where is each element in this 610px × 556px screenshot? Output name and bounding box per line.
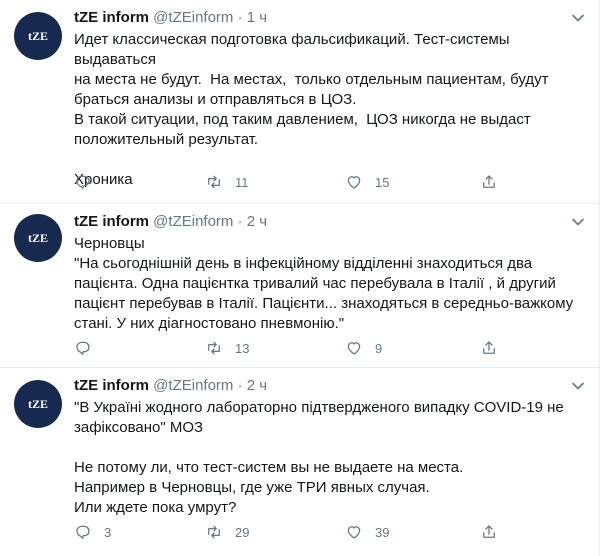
tweet-line: браться анализы и отправляться в ЦОЗ. (74, 91, 357, 108)
tweet-header: tZE inform @tZEinform · 1 ч (74, 8, 267, 28)
avatar[interactable]: tZE (14, 380, 62, 428)
avatar-text: tZE (27, 28, 48, 43)
like-icon (347, 176, 361, 189)
tweet-line: Не потому ли, что тест-систем вы не выда… (74, 459, 464, 476)
share-button[interactable] (480, 520, 498, 544)
tweet-line (74, 150, 586, 170)
retweet-count: 11 (235, 174, 249, 190)
retweet-icon (208, 341, 220, 355)
like-button[interactable]: 15 (345, 170, 389, 194)
separator: · (237, 213, 243, 230)
tweet-line: Черновцы (74, 235, 145, 252)
like-button[interactable]: 9 (345, 336, 382, 360)
like-count: 9 (375, 340, 383, 356)
author-handle[interactable]: @tZEinform (153, 9, 233, 26)
like-count: 15 (375, 174, 390, 190)
tweet-text: Черновцы "На сьогоднішній день в інфекці… (74, 234, 586, 334)
retweet-button[interactable]: 29 (205, 520, 249, 544)
timeline-feed: tZE tZE inform @tZEinform · 1 ч Идет кла… (0, 0, 600, 556)
reply-count: 3 (104, 524, 112, 540)
tweet-line: зафіксовано" МОЗ (74, 419, 204, 436)
chevron-down-icon[interactable] (568, 8, 588, 28)
timestamp[interactable]: 2 ч (247, 377, 267, 394)
reply-button[interactable] (74, 336, 104, 360)
tweet-line: "В Україні жодного лабораторно підтвердж… (74, 399, 564, 416)
tweet-1[interactable]: tZE tZE inform @tZEinform · 1 ч Идет кла… (0, 0, 600, 204)
reply-icon (76, 525, 90, 539)
retweet-icon (208, 175, 220, 189)
tweet-2[interactable]: tZE tZE inform @tZEinform · 2 ч Черновцы… (0, 204, 600, 368)
tweet-line (74, 438, 586, 458)
retweet-count: 13 (235, 340, 250, 356)
tweet-header: tZE inform @tZEinform · 2 ч (74, 376, 267, 396)
tweet-3[interactable]: tZE tZE inform @tZEinform · 2 ч "В Украї… (0, 368, 600, 556)
tweet-line: Например в Черновцы, где уже ТРИ явных с… (74, 479, 430, 496)
author-handle[interactable]: @tZEinform (153, 213, 233, 230)
share-icon (483, 175, 495, 188)
avatar-text: tZE (27, 230, 48, 245)
retweet-icon (208, 525, 220, 539)
tweet-line: стані. У них діагностовано пневмонію." (74, 315, 345, 332)
tweet-actions: 3 29 39 (74, 520, 514, 544)
like-count: 39 (375, 524, 390, 540)
author-name[interactable]: tZE inform (74, 377, 149, 394)
tweet-line: В такой ситуации, под таким давлением, Ц… (74, 111, 531, 128)
like-icon (347, 342, 361, 355)
retweet-count: 29 (235, 524, 250, 540)
separator: · (237, 9, 243, 26)
share-button[interactable] (480, 170, 498, 194)
retweet-button[interactable]: 13 (205, 336, 249, 360)
like-icon (347, 526, 361, 539)
tweet-line: пацієнт перебував в Італії. Пацієнти... … (74, 295, 574, 312)
share-icon (483, 525, 495, 538)
tweet-line: "На сьогоднішній день в інфекційному від… (74, 255, 533, 272)
reply-icon (76, 341, 90, 355)
author-name[interactable]: tZE inform (74, 213, 149, 230)
author-handle[interactable]: @tZEinform (153, 377, 233, 394)
tweet-line: на места не будут. На местах, только отд… (74, 71, 549, 88)
tweet-actions: 11 15 (74, 170, 514, 194)
author-name[interactable]: tZE inform (74, 9, 149, 26)
separator: · (237, 377, 243, 394)
chevron-down-icon[interactable] (568, 212, 588, 232)
tweet-line: положительный результат. (74, 131, 259, 148)
avatar[interactable]: tZE (14, 12, 62, 60)
chevron-down-icon[interactable] (568, 376, 588, 396)
tweet-line: Идет классическая подготовка фальсификац… (74, 31, 514, 68)
tweet-line: Или ждете пока умрут? (74, 499, 237, 516)
like-button[interactable]: 39 (345, 520, 389, 544)
avatar[interactable]: tZE (14, 214, 62, 262)
reply-icon (76, 175, 90, 189)
tweet-text: Идет классическая подготовка фальсификац… (74, 30, 586, 190)
tweet-text: "В Україні жодного лабораторно підтвердж… (74, 398, 586, 518)
reply-button[interactable]: 3 (74, 520, 111, 544)
reply-button[interactable] (74, 170, 104, 194)
timestamp[interactable]: 1 ч (247, 9, 267, 26)
tweet-actions: 13 9 (74, 336, 514, 360)
tweet-header: tZE inform @tZEinform · 2 ч (74, 212, 267, 232)
share-button[interactable] (480, 336, 498, 360)
tweet-line: пацієнта. Одна пацієнтка тривалий час пе… (74, 275, 556, 292)
avatar-text: tZE (27, 396, 48, 411)
timestamp[interactable]: 2 ч (247, 213, 267, 230)
share-icon (483, 341, 495, 354)
retweet-button[interactable]: 11 (205, 170, 249, 194)
